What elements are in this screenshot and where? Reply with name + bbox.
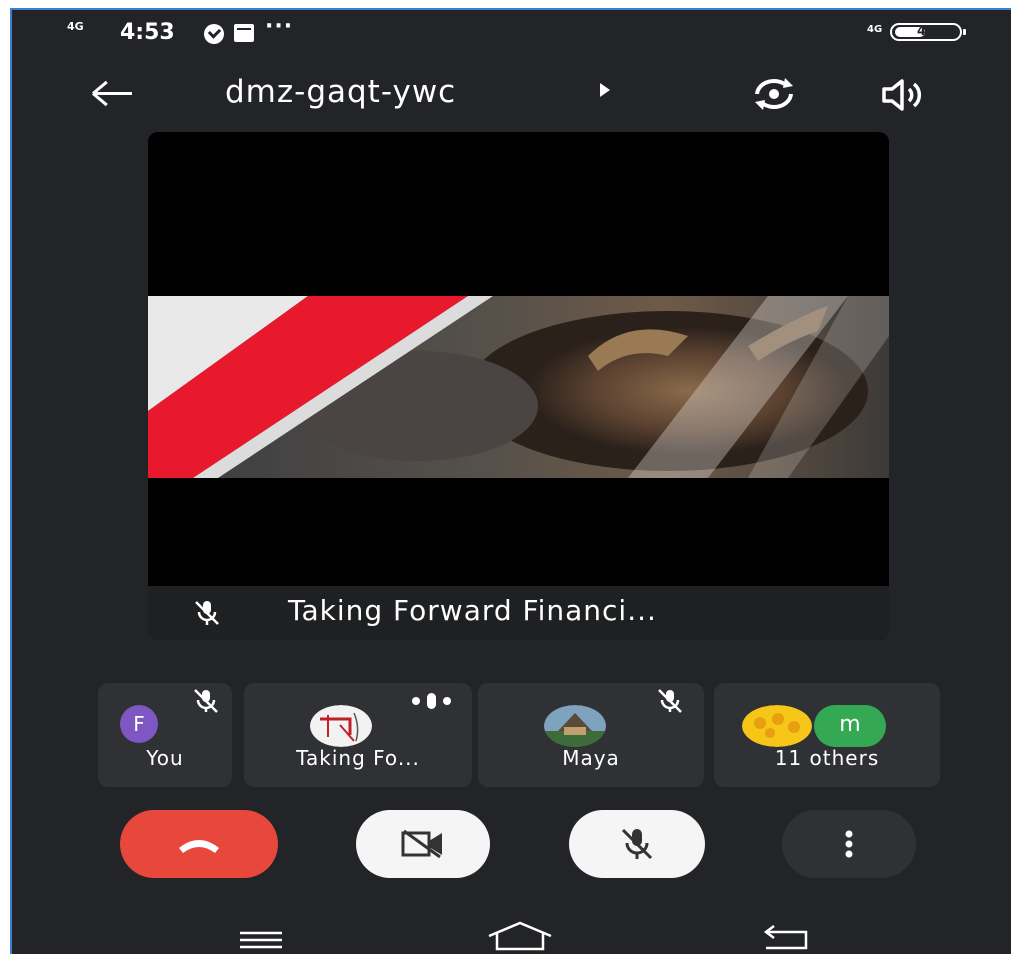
caret-right-icon[interactable] [600,83,610,97]
end-call-button[interactable] [120,810,278,878]
more-vert-icon [845,830,853,858]
mic-off-button[interactable] [569,810,705,878]
more-options-button[interactable] [782,810,916,878]
presenter-name: Taking Forward Financi... [288,594,657,627]
battery-icon: 49 [890,23,966,41]
avatar: F [120,705,158,743]
camera-off-button[interactable] [356,810,490,878]
participant-name: Taking Fo... [296,746,420,770]
speaker-icon[interactable] [880,78,926,112]
main-video-tile[interactable]: Taking Forward Financi... [148,132,889,640]
participant-tile-taking-fo[interactable]: Taking Fo... [244,683,472,787]
participant-name: Maya [562,746,620,770]
more-notifications-indicator: ··· [265,14,294,39]
meeting-header: dmz-gaqt-ywc [12,60,1011,130]
end-call-icon [179,840,219,853]
participant-tile-others[interactable]: m 11 others [714,683,940,787]
presentation-image [148,296,889,478]
participant-name: 11 others [774,746,880,770]
camera-off-icon [401,829,442,859]
menu-icon[interactable] [240,930,282,950]
network-type: 4G [867,24,883,35]
participant-tile-maya[interactable]: Maya [478,683,704,787]
avatar [544,705,606,747]
back-icon[interactable] [760,924,810,952]
back-arrow-icon[interactable] [90,70,138,118]
mic-off-icon [195,601,219,625]
mic-off-icon [621,828,653,860]
avatar [310,705,372,747]
avatar-emoji [742,705,812,747]
home-icon[interactable] [485,920,555,952]
avatar: m [814,705,886,747]
mic-off-icon [194,689,218,713]
calendar-icon [234,24,254,42]
speaking-indicator-icon [412,693,451,709]
presenter-caption: Taking Forward Financi... [148,586,889,640]
participant-tile-you[interactable]: F You [98,683,232,787]
status-time: 4:53 [120,20,175,45]
switch-camera-icon[interactable] [749,74,799,114]
battery-level: 49 [916,24,936,39]
system-nav-bar [12,910,1011,954]
check-circle-icon [204,24,224,44]
mic-off-icon [658,689,682,713]
signal-icon: 4G [67,20,84,33]
participant-name: You [146,746,184,770]
status-bar: 4G 4:53 ··· 4G 49 [12,10,1011,58]
meeting-code[interactable]: dmz-gaqt-ywc [225,74,456,110]
phone-screen: 4G 4:53 ··· 4G 49 dmz-gaqt-ywc Taking Fo… [10,8,1011,954]
